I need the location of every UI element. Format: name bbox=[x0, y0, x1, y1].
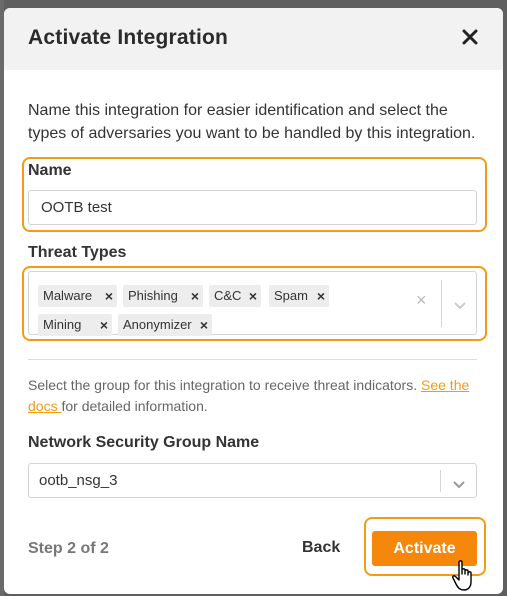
remove-tag-icon[interactable]: × bbox=[317, 285, 325, 307]
indicator-separator bbox=[441, 280, 442, 327]
help-text-before: Select the group for this integration to… bbox=[28, 377, 421, 393]
nsg-label: Network Security Group Name bbox=[28, 434, 260, 451]
tag-label: C&C bbox=[214, 288, 242, 303]
close-icon[interactable] bbox=[459, 24, 481, 50]
remove-tag-icon[interactable]: × bbox=[105, 285, 113, 307]
chevron-down-icon[interactable] bbox=[453, 298, 467, 316]
clear-all-icon[interactable]: × bbox=[416, 290, 427, 311]
nsg-selected-value: ootb_nsg_3 bbox=[39, 472, 118, 489]
remove-tag-icon[interactable]: × bbox=[200, 314, 208, 336]
tag-phishing: Phishing × bbox=[123, 285, 203, 307]
tag-label: Mining bbox=[43, 317, 82, 332]
group-help-text: Select the group for this integration to… bbox=[28, 375, 478, 417]
tag-cnc: C&C × bbox=[209, 285, 261, 307]
dialog-intro-text: Name this integration for easier identif… bbox=[28, 102, 476, 142]
remove-tag-icon[interactable]: × bbox=[191, 285, 199, 307]
name-input[interactable] bbox=[28, 190, 477, 225]
tag-label: Malware bbox=[43, 288, 93, 303]
tag-label: Spam bbox=[274, 288, 308, 303]
tag-malware: Malware × bbox=[38, 285, 117, 307]
tag-mining: Mining × bbox=[38, 314, 112, 336]
remove-tag-icon[interactable]: × bbox=[100, 314, 108, 336]
chevron-down-icon[interactable] bbox=[452, 477, 466, 495]
tag-anonymizer: Anonymizer × bbox=[118, 314, 212, 336]
tag-label: Anonymizer bbox=[123, 317, 192, 332]
remove-tag-icon[interactable]: × bbox=[249, 285, 257, 307]
step-indicator: Step 2 of 2 bbox=[28, 540, 109, 557]
tag-spam: Spam × bbox=[269, 285, 329, 307]
tag-label: Phishing bbox=[128, 288, 178, 303]
indicator-separator bbox=[440, 470, 441, 492]
dialog-title: Activate Integration bbox=[28, 26, 229, 49]
nsg-select[interactable]: ootb_nsg_3 bbox=[28, 463, 477, 498]
dialog-header: Activate Integration bbox=[4, 8, 503, 70]
hand-pointer-icon bbox=[451, 560, 477, 594]
help-text-after: for detailed information. bbox=[61, 398, 208, 414]
back-button[interactable]: Back bbox=[302, 539, 340, 557]
activate-integration-dialog: Activate Integration Name this integrati… bbox=[4, 8, 503, 594]
name-label: Name bbox=[28, 162, 72, 179]
threat-types-label: Threat Types bbox=[28, 244, 127, 261]
section-divider bbox=[28, 359, 477, 360]
threat-types-multiselect[interactable]: Malware × Phishing × C&C × Spam × Mining… bbox=[28, 271, 477, 336]
